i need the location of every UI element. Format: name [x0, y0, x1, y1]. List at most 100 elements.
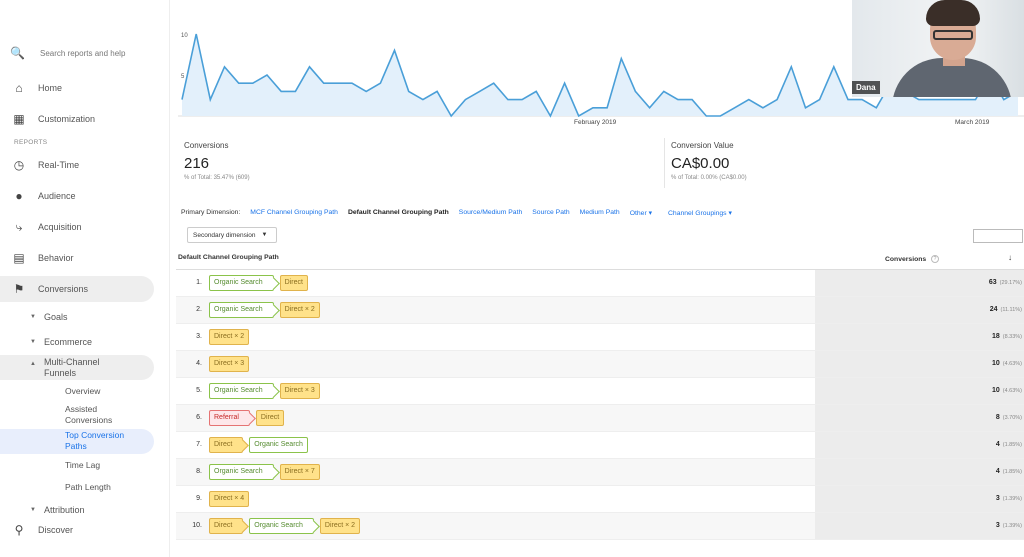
sidebar-item-time-lag[interactable]: Time Lag	[65, 460, 155, 471]
sidebar-item-audience[interactable]: ● Audience	[0, 183, 160, 209]
row-number: 2.	[196, 306, 202, 313]
channel-chip: Direct	[279, 275, 308, 291]
sidebar: 🔍 Search reports and help ⌂ Home ▦ Custo…	[0, 0, 170, 557]
metric-conversion-value: Conversion Value CA$0.00 % of Total: 0.0…	[671, 141, 747, 181]
table-row[interactable]: 7. Direct Organic Search 4 (1.85%)	[176, 432, 1024, 459]
sidebar-item-label: Multi-Channel Funnels	[44, 357, 100, 379]
channel-chip: Direct × 3	[209, 356, 250, 372]
conversions-cell-bg	[815, 459, 1024, 485]
table-row[interactable]: 3. Direct × 2 18 (8.33%)	[176, 324, 1024, 351]
row-number: 5.	[196, 387, 202, 394]
sidebar-item-label: Discover	[38, 525, 74, 535]
sidebar-item-acquisition[interactable]: ⤷ Acquisition	[0, 214, 160, 240]
webcam-person-hair	[926, 0, 980, 26]
sidebar-search[interactable]: 🔍 Search reports and help	[10, 44, 160, 62]
dimension-other-dropdown[interactable]: Other ▾	[630, 209, 652, 217]
channel-chip: Direct	[209, 437, 244, 453]
table-row[interactable]: 5. Organic Search Direct × 3 10 (4.63%)	[176, 378, 1024, 405]
conversions-cell-bg	[815, 432, 1024, 458]
search-input[interactable]: Search reports and help	[40, 49, 125, 58]
channel-path: Organic Search Direct	[209, 275, 308, 291]
search-icon: 🔍	[10, 46, 25, 60]
sidebar-item-behavior[interactable]: ▤ Behavior	[0, 245, 160, 271]
sidebar-item-customization[interactable]: ▦ Customization	[0, 106, 160, 132]
webcam-person-glasses	[933, 30, 973, 40]
sidebar-item-label: Real-Time	[38, 160, 80, 170]
table-row[interactable]: 9. Direct × 4 3 (1.39%)	[176, 486, 1024, 513]
sidebar-item-attribution[interactable]: ▼ Attribution	[0, 505, 160, 515]
caret-right-icon: ▼	[30, 314, 36, 320]
dimension-medium-path[interactable]: Medium Path	[580, 209, 620, 217]
metric-value: CA$0.00	[671, 155, 730, 172]
dimension-source-medium-path[interactable]: Source/Medium Path	[459, 209, 522, 217]
channel-path: Direct × 3	[209, 356, 250, 372]
table-row[interactable]: 8. Organic Search Direct × 7 4 (1.85%)	[176, 459, 1024, 486]
secondary-dimension-dropdown[interactable]: Secondary dimension ▼	[187, 227, 277, 243]
caret-right-icon: ▼	[30, 507, 36, 513]
conversions-percent: (8.33%)	[1002, 334, 1022, 340]
channel-path: Organic Search Direct × 7	[209, 464, 320, 480]
dimension-source-path[interactable]: Source Path	[532, 209, 569, 217]
channel-chip: Direct × 7	[279, 464, 320, 480]
assisted-label-line2: Conversions	[65, 415, 113, 425]
conversions-percent: (1.39%)	[1002, 496, 1022, 502]
sidebar-item-home[interactable]: ⌂ Home	[0, 75, 160, 101]
channel-chip: Direct × 4	[209, 491, 250, 507]
conversions-value: 63 (29.17%)	[989, 279, 1022, 286]
conversions-value: 4 (1.85%)	[996, 441, 1022, 448]
dimension-mcf-channel-grouping-path[interactable]: MCF Channel Grouping Path	[250, 209, 338, 217]
channel-path: Organic Search Direct × 2	[209, 302, 320, 318]
reports-section-label: REPORTS	[14, 139, 48, 146]
channel-chip: Referral	[209, 410, 250, 426]
sidebar-item-top-conversion-paths[interactable]: Top Conversion Paths	[65, 430, 155, 452]
sidebar-item-label: Customization	[38, 114, 96, 124]
sidebar-item-goals[interactable]: ▼ Goals	[0, 312, 160, 322]
column-header-conversions[interactable]: Conversions	[885, 256, 926, 263]
channel-chip: Direct × 2	[279, 302, 320, 318]
conversions-value: 3 (1.39%)	[996, 522, 1022, 529]
help-icon[interactable]: ?	[931, 255, 939, 263]
sort-descending-icon[interactable]: ↓	[1008, 253, 1012, 262]
sidebar-item-realtime[interactable]: ◷ Real-Time	[0, 152, 160, 178]
sidebar-item-conversions[interactable]: ⚑ Conversions	[0, 276, 154, 302]
table-row[interactable]: 10. Direct Organic Search Direct × 2 3 (1.39%…	[176, 513, 1024, 540]
dimension-default-channel-grouping-path[interactable]: Default Channel Grouping Path	[348, 209, 449, 217]
sidebar-item-label: Conversions	[38, 284, 89, 294]
channel-chip: Direct × 3	[279, 383, 320, 399]
row-number: 4.	[196, 360, 202, 367]
table-row[interactable]: 4. Direct × 3 10 (4.63%)	[176, 351, 1024, 378]
sidebar-item-label: Attribution	[44, 505, 85, 515]
sidebar-item-discover[interactable]: ⚲ Discover	[0, 517, 160, 543]
sidebar-item-overview[interactable]: Overview	[65, 386, 155, 397]
channel-chip: Direct	[255, 410, 285, 426]
row-number: 8.	[196, 468, 202, 475]
conversions-value: 3 (1.39%)	[996, 495, 1022, 502]
table-row[interactable]: 2. Organic Search Direct × 2 24 (11.11%)	[176, 297, 1024, 324]
table-row[interactable]: 1. Organic Search Direct 63 (29.17%)	[176, 270, 1024, 297]
channel-chip: Direct	[209, 518, 244, 534]
channel-chip: Organic Search	[249, 518, 314, 534]
row-number: 9.	[196, 495, 202, 502]
table-row[interactable]: 6. Referral Direct 8 (3.70%)	[176, 405, 1024, 432]
conversions-cell-bg	[815, 486, 1024, 512]
conversions-percent: (4.63%)	[1002, 361, 1022, 367]
channel-groupings-dropdown[interactable]: Channel Groupings ▾	[668, 209, 732, 217]
sidebar-item-label: Ecommerce	[44, 337, 93, 347]
conversions-count: 3	[995, 522, 1000, 529]
x-tick-label: February 2019	[574, 119, 617, 126]
metric-divider	[664, 138, 665, 188]
webcam-video: Dana	[852, 0, 1024, 97]
sidebar-item-multi-channel-funnels[interactable]: ▲ Multi-Channel Funnels	[0, 357, 160, 379]
mcf-label-line1: Multi-Channel	[44, 357, 100, 367]
sidebar-item-ecommerce[interactable]: ▼ Ecommerce	[0, 337, 160, 347]
column-header-path[interactable]: Default Channel Grouping Path	[178, 254, 279, 261]
clock-icon: ◷	[13, 158, 25, 172]
metric-subtext: % of Total: 0.00% (CA$0.00)	[671, 175, 747, 181]
row-number: 10.	[192, 522, 202, 529]
table-search-input[interactable]	[973, 229, 1023, 243]
sidebar-item-assisted-conversions[interactable]: Assisted Conversions	[65, 404, 155, 426]
y-tick-label: 10	[181, 33, 188, 39]
x-tick-label: March 2019	[955, 119, 990, 126]
sidebar-item-path-length[interactable]: Path Length	[65, 482, 155, 493]
channel-chip: Organic Search	[209, 275, 274, 291]
